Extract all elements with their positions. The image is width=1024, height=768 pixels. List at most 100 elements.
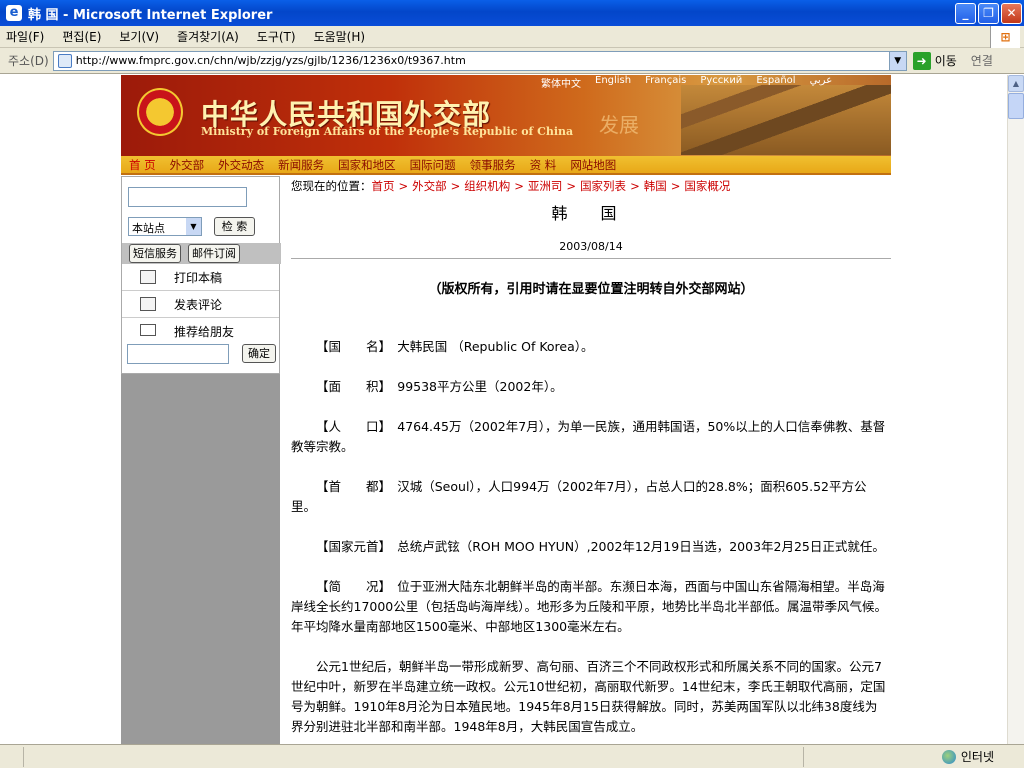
search-scope-select[interactable]: 本站点 ▼ xyxy=(128,217,202,236)
menubar: 파일(F) 편집(E) 보기(V) 즐겨찾기(A) 도구(T) 도움말(H) ⊞ xyxy=(0,26,1024,48)
comment-icon xyxy=(140,297,156,311)
search-input[interactable] xyxy=(128,187,247,207)
crumb-mfa[interactable]: 外交部 xyxy=(412,179,447,193)
lang-arabic[interactable]: عربي xyxy=(810,75,833,88)
crumb-sep: > xyxy=(630,179,640,193)
lang-french[interactable]: Français xyxy=(645,75,686,88)
nav-mfa[interactable]: 外交部 xyxy=(170,157,205,173)
crumb-korea[interactable]: 韩国 xyxy=(644,179,667,193)
lang-english[interactable]: English xyxy=(595,75,631,88)
divider xyxy=(291,258,891,259)
comment-row[interactable]: 发表评论 xyxy=(122,291,279,318)
search-button[interactable]: 检 索 xyxy=(214,217,255,236)
site-title-en: Ministry of Foreign Affairs of the Peopl… xyxy=(201,125,574,138)
breadcrumb-label: 您现在的位置： xyxy=(291,179,372,193)
address-box[interactable]: ▼ xyxy=(52,50,907,71)
lang-spanish[interactable]: Español xyxy=(756,75,795,88)
para-area: 【面 积】 99538平方公里（2002年）。 xyxy=(316,379,563,394)
go-arrow-icon: ➜ xyxy=(912,51,931,70)
nav-sitemap[interactable]: 网站地图 xyxy=(570,157,616,173)
search-panel: 本站点 ▼ 检 索 短信服务 邮件订阅 xyxy=(122,177,281,264)
recommend-label[interactable]: 推荐给朋友 xyxy=(174,323,234,340)
chevron-down-icon: ▼ xyxy=(186,218,201,235)
crumb-sep: > xyxy=(566,179,577,193)
para-population: 【人 口】 4764.45万（2002年7月），为单一民族，通用韩国语，50%以… xyxy=(291,419,886,454)
crumb-countries[interactable]: 国家列表 xyxy=(580,179,626,193)
scroll-thumb[interactable] xyxy=(1008,93,1024,119)
window-title: 韩 国 - Microsoft Internet Explorer xyxy=(28,7,273,23)
page-icon xyxy=(57,53,72,68)
web-page: 中华人民共和国外交部 Ministry of Foreign Affairs o… xyxy=(121,75,891,744)
site-nav: 首 页 外交部 外交动态 新闻服务 国家和地区 国际问题 领事服务 资 料 网站… xyxy=(121,156,891,175)
close-button[interactable]: ✕ xyxy=(1001,3,1022,24)
status-message xyxy=(24,746,804,767)
recommend-panel: 推荐给朋友 确定 xyxy=(122,318,279,373)
crumb-org[interactable]: 组织机构 xyxy=(464,179,510,193)
crumb-sep: > xyxy=(670,179,681,193)
para-capital: 【首 都】 汉城（Seoul），人口994万（2002年7月），占总人口的28.… xyxy=(291,479,867,514)
recommend-email-input[interactable] xyxy=(127,344,229,364)
recommend-ok-button[interactable]: 确定 xyxy=(242,344,276,363)
nav-press[interactable]: 新闻服务 xyxy=(278,157,324,173)
para-name: 【国 名】 大韩民国 （Republic Of Korea）。 xyxy=(316,339,594,354)
para-overview: 【简 况】 位于亚洲大陆东北朝鲜半岛的南半部。东濒日本海，西面与中国山东省隔海相… xyxy=(291,579,888,634)
nav-resources[interactable]: 资 料 xyxy=(530,157,557,173)
address-bar: 주소(D) ▼ ➜ 이동 연결 xyxy=(0,48,1024,74)
scroll-up-icon[interactable]: ▲ xyxy=(1008,75,1024,92)
nav-intl[interactable]: 国际问题 xyxy=(410,157,456,173)
lang-russian[interactable]: Русский xyxy=(700,75,742,88)
browser-viewport: 中华人民共和国外交部 Ministry of Foreign Affairs o… xyxy=(0,75,1007,744)
menu-view[interactable]: 보기(V) xyxy=(119,28,159,45)
nav-countries[interactable]: 国家和地区 xyxy=(338,157,396,173)
windows-logo-icon: ⊞ xyxy=(990,26,1020,48)
sidebar: 本站点 ▼ 检 索 短信服务 邮件订阅 打印本稿 发表评论 推荐给朋友 确定 xyxy=(121,176,281,744)
status-page-icon xyxy=(0,746,24,767)
globe-icon xyxy=(941,749,956,764)
crumb-overview[interactable]: 国家概况 xyxy=(684,179,730,193)
nav-news[interactable]: 外交动态 xyxy=(218,157,264,173)
search-scope-value: 本站点 xyxy=(132,222,165,235)
maximize-button[interactable]: ❐ xyxy=(978,3,999,24)
status-bar: 인터넷 xyxy=(0,744,1024,768)
go-button[interactable]: ➜ 이동 xyxy=(912,51,957,70)
print-label: 打印本稿 xyxy=(174,270,223,285)
security-zone: 인터넷 xyxy=(941,748,994,765)
sidebar-panel: 本站点 ▼ 检 索 短信服务 邮件订阅 打印本稿 发表评论 推荐给朋友 确定 xyxy=(121,176,281,374)
zone-label: 인터넷 xyxy=(960,750,994,764)
language-bar: 繁体中文 English Français Русский Español عر… xyxy=(541,75,846,90)
national-emblem-icon xyxy=(137,88,183,136)
vertical-scrollbar[interactable]: ▲ xyxy=(1007,75,1024,744)
go-label: 이동 xyxy=(934,54,957,68)
print-row[interactable]: 打印本稿 xyxy=(122,264,279,291)
menu-edit[interactable]: 편집(E) xyxy=(62,28,101,45)
sms-button[interactable]: 短信服务 xyxy=(129,244,181,263)
site-header: 中华人民共和国外交部 Ministry of Foreign Affairs o… xyxy=(121,75,891,156)
page-title: 韩 国 xyxy=(551,204,631,223)
nav-consular[interactable]: 领事服务 xyxy=(470,157,516,173)
menu-favorites[interactable]: 즐겨찾기(A) xyxy=(177,28,239,45)
publish-date: 2003/08/14 xyxy=(559,240,623,253)
mail-subscribe-button[interactable]: 邮件订阅 xyxy=(188,244,240,263)
lang-traditional[interactable]: 繁体中文 xyxy=(541,75,581,90)
envelope-icon xyxy=(140,324,156,336)
menu-file[interactable]: 파일(F) xyxy=(6,28,44,45)
menu-tools[interactable]: 도구(T) xyxy=(257,28,296,45)
article: 您现在的位置：首页 > 外交部 > 组织机构 > 亚洲司 > 国家列表 > 韩国 > 国家概况 韩 国 … xyxy=(291,176,891,744)
crumb-asia[interactable]: 亚洲司 xyxy=(528,179,563,193)
site-slogan: 发展 xyxy=(599,113,639,137)
crumb-home[interactable]: 首页 xyxy=(372,179,395,193)
menu-help[interactable]: 도움말(H) xyxy=(314,28,366,45)
address-dropdown-icon[interactable]: ▼ xyxy=(888,51,906,70)
address-input[interactable] xyxy=(75,54,876,67)
crumb-sep: > xyxy=(398,179,409,193)
ie-icon: e xyxy=(6,5,22,21)
minimize-button[interactable]: _ xyxy=(955,3,976,24)
great-wall-image xyxy=(681,85,891,155)
nav-home[interactable]: 首 页 xyxy=(129,157,156,173)
breadcrumb: 您现在的位置：首页 > 外交部 > 组织机构 > 亚洲司 > 国家列表 > 韩国 > 国家概况 xyxy=(291,176,891,196)
links-button[interactable]: 연결 xyxy=(971,52,993,69)
address-label: 주소(D) xyxy=(8,54,49,68)
copyright-notice: （版权所有，引用时请在显要位置注明转自外交部网站） xyxy=(428,282,754,297)
service-row: 短信服务 邮件订阅 xyxy=(122,243,281,264)
window-titlebar: e 韩 国 - Microsoft Internet Explorer _ ❐ … xyxy=(0,0,1024,26)
